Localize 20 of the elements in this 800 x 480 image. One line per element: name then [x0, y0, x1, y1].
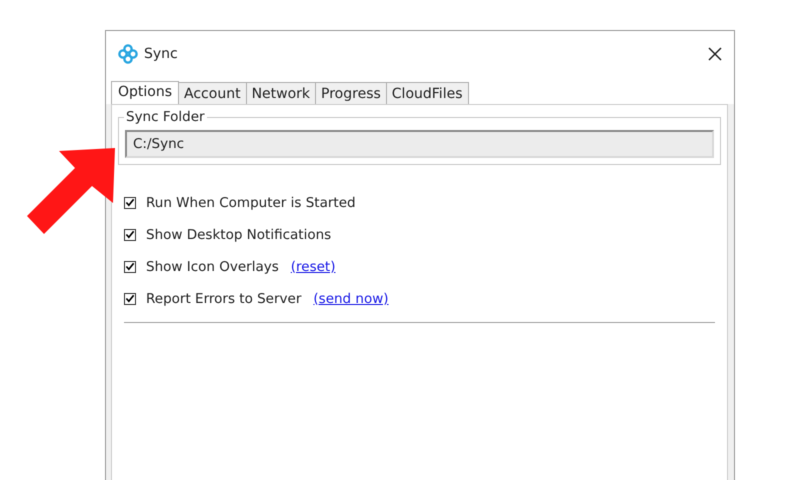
option-label: Show Icon Overlays	[146, 258, 279, 274]
close-icon[interactable]	[708, 46, 722, 60]
folder-field[interactable]: C:/Sync	[125, 130, 714, 158]
option-label: Report Errors to Server	[146, 290, 302, 306]
tab[interactable]: Network	[246, 82, 316, 104]
window-title: Sync	[144, 46, 179, 62]
option-label: Show Desktop Notifications	[146, 226, 332, 242]
link[interactable]: (send now)	[313, 290, 389, 306]
checkbox[interactable]	[124, 260, 136, 272]
group-label: Sync Folder	[124, 109, 207, 125]
checkbox[interactable]	[124, 292, 136, 304]
tab[interactable]: CloudFiles	[386, 82, 468, 104]
tab[interactable]: Progress	[316, 82, 387, 104]
checkbox[interactable]	[124, 196, 136, 208]
link[interactable]: (reset)	[290, 258, 336, 274]
tab[interactable]: Options	[111, 81, 180, 104]
option-label: Run When Computer is Started	[146, 194, 356, 210]
sync-logo-icon	[118, 44, 138, 64]
tab[interactable]: Account	[179, 82, 247, 104]
checkbox[interactable]	[124, 228, 136, 240]
